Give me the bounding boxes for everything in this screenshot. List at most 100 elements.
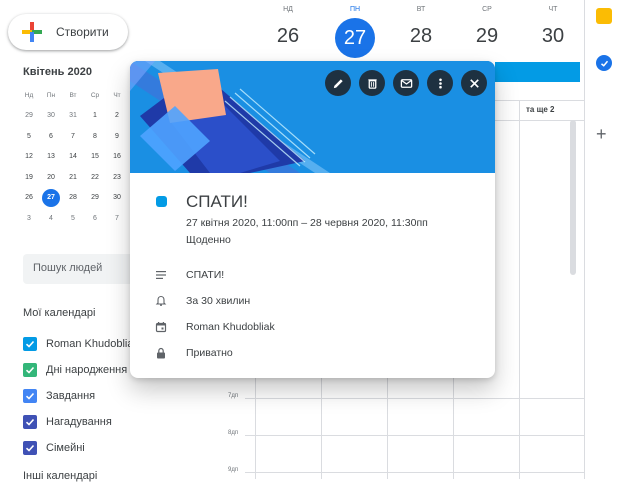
mini-calendar-day[interactable]: 14 xyxy=(62,147,84,168)
more-options-button[interactable] xyxy=(427,70,453,96)
checkbox-icon[interactable] xyxy=(23,363,37,377)
mini-calendar-day[interactable]: 7 xyxy=(62,126,84,147)
mini-calendar-day[interactable]: 5 xyxy=(18,126,40,147)
mini-calendar-day[interactable]: 21 xyxy=(62,167,84,188)
mini-calendar-day[interactable]: 27 xyxy=(40,188,62,209)
mini-calendar-day[interactable]: 7 xyxy=(106,208,128,229)
scrollbar[interactable] xyxy=(570,120,576,275)
all-day-event-bar[interactable] xyxy=(495,62,580,82)
mail-icon xyxy=(400,78,412,88)
tasks-icon[interactable] xyxy=(596,55,612,71)
event-description: СПАТИ! xyxy=(186,269,225,281)
mini-calendar-day[interactable]: 13 xyxy=(40,147,62,168)
trash-icon xyxy=(367,78,377,89)
delete-event-button[interactable] xyxy=(359,70,385,96)
calendar-list-item[interactable]: Завдання xyxy=(23,383,139,409)
event-reminder: За 30 хвилин xyxy=(186,295,251,307)
rail-divider xyxy=(584,0,585,479)
week-day-header[interactable]: ПН 27 xyxy=(333,6,377,58)
mini-calendar-day[interactable]: 20 xyxy=(40,167,62,188)
keep-icon[interactable] xyxy=(596,8,612,24)
mini-calendar-day[interactable]: 9 xyxy=(106,126,128,147)
time-label: 9дп xyxy=(228,467,239,473)
calendar-list-label: Дні народження xyxy=(46,364,128,376)
checkbox-icon[interactable] xyxy=(23,441,37,455)
mini-calendar-month-title: Квітень 2020 xyxy=(23,66,92,78)
mini-calendar-day[interactable]: 5 xyxy=(62,208,84,229)
week-day-header[interactable]: ЧТ 30 xyxy=(531,6,575,52)
mini-calendar-day[interactable]: 30 xyxy=(40,106,62,127)
event-details-popup: СПАТИ! 27 квітня 2020, 11:00пп – 28 черв… xyxy=(130,61,495,378)
calendar-list-item[interactable]: Дні народження xyxy=(23,357,139,383)
mini-calendar-day[interactable]: 8 xyxy=(84,126,106,147)
mini-calendar-day[interactable]: 2 xyxy=(106,106,128,127)
mini-calendar-day[interactable]: 22 xyxy=(84,167,106,188)
mini-calendar-day[interactable]: 31 xyxy=(62,106,84,127)
mini-calendar-day[interactable]: 23 xyxy=(106,167,128,188)
mini-calendar-day[interactable]: 6 xyxy=(84,208,106,229)
mini-calendar-day[interactable]: 3 xyxy=(18,208,40,229)
mini-calendar-day[interactable]: 30 xyxy=(106,188,128,209)
mini-calendar-weekday: Ср xyxy=(90,91,100,99)
week-day-number[interactable]: 29 xyxy=(465,20,509,52)
mini-calendar-weekday: Вт xyxy=(69,91,77,99)
mini-calendar-day[interactable]: 6 xyxy=(40,126,62,147)
more-vert-icon xyxy=(438,77,442,89)
event-visibility: Приватно xyxy=(186,347,233,359)
calendar-list-item[interactable]: Сімейні xyxy=(23,435,139,461)
week-day-number[interactable]: 28 xyxy=(399,20,443,52)
close-icon xyxy=(469,78,479,88)
calendar-list-item[interactable]: Нагадування xyxy=(23,409,139,435)
week-day-name: ВТ xyxy=(416,6,426,13)
mini-calendar-weekday: Чт xyxy=(113,91,121,99)
event-color-swatch xyxy=(156,196,167,207)
grid-line xyxy=(245,472,585,473)
mini-calendar-day[interactable]: 29 xyxy=(84,188,106,209)
week-day-name: ПН xyxy=(349,6,361,13)
week-day-number[interactable]: 26 xyxy=(266,20,310,52)
my-calendars-heading[interactable]: Мої календарі xyxy=(23,307,95,319)
people-search-input[interactable]: Пошук людей xyxy=(23,254,133,284)
week-day-number[interactable]: 27 xyxy=(335,18,375,58)
event-calendar-row: Roman Khudobliak xyxy=(154,319,275,335)
calendar-icon xyxy=(154,320,168,334)
time-label: 7дп xyxy=(228,393,239,399)
mini-calendar-day[interactable]: 28 xyxy=(62,188,84,209)
close-popup-button[interactable] xyxy=(461,70,487,96)
week-day-header[interactable]: ВТ 28 xyxy=(399,6,443,52)
week-day-header[interactable]: НД 26 xyxy=(266,6,310,52)
mini-calendar-day[interactable]: 26 xyxy=(18,188,40,209)
bell-icon xyxy=(154,294,168,308)
mini-calendar-day[interactable]: 16 xyxy=(106,147,128,168)
calendar-list-label: Нагадування xyxy=(46,416,112,428)
week-day-number[interactable]: 30 xyxy=(531,20,575,52)
mini-calendar-weekday: Пн xyxy=(46,91,56,99)
event-title: СПАТИ! xyxy=(186,192,248,211)
mini-calendar-day[interactable]: 29 xyxy=(18,106,40,127)
create-button[interactable]: Створити xyxy=(8,14,128,50)
week-day-header[interactable]: СР 29 xyxy=(465,6,509,52)
checkbox-icon[interactable] xyxy=(23,389,37,403)
more-events-link[interactable]: та ще 2 xyxy=(526,105,554,114)
week-day-name: НД xyxy=(283,6,293,13)
week-day-name: ЧТ xyxy=(548,6,558,13)
mini-calendar-day[interactable]: 4 xyxy=(40,208,62,229)
calendar-list-label: Сімейні xyxy=(46,442,85,454)
email-guests-button[interactable] xyxy=(393,70,419,96)
event-visibility-row: Приватно xyxy=(154,345,233,361)
mini-calendar-weekday: Нд xyxy=(24,91,34,99)
calendar-list-item[interactable]: Roman Khudobliak xyxy=(23,331,139,357)
description-icon xyxy=(154,268,168,282)
other-calendars-heading[interactable]: Інші календарі xyxy=(23,470,97,482)
edit-event-button[interactable] xyxy=(325,70,351,96)
calendar-list-label: Завдання xyxy=(46,390,96,402)
grid-line xyxy=(245,435,585,436)
checkbox-icon[interactable] xyxy=(23,337,37,351)
mini-calendar-day[interactable]: 1 xyxy=(84,106,106,127)
mini-calendar-day[interactable]: 15 xyxy=(84,147,106,168)
mini-calendar-day[interactable]: 12 xyxy=(18,147,40,168)
checkbox-icon[interactable] xyxy=(23,415,37,429)
add-addon-icon[interactable]: + xyxy=(596,125,607,143)
mini-calendar-day[interactable]: 19 xyxy=(18,167,40,188)
event-calendar-owner: Roman Khudobliak xyxy=(186,321,275,333)
